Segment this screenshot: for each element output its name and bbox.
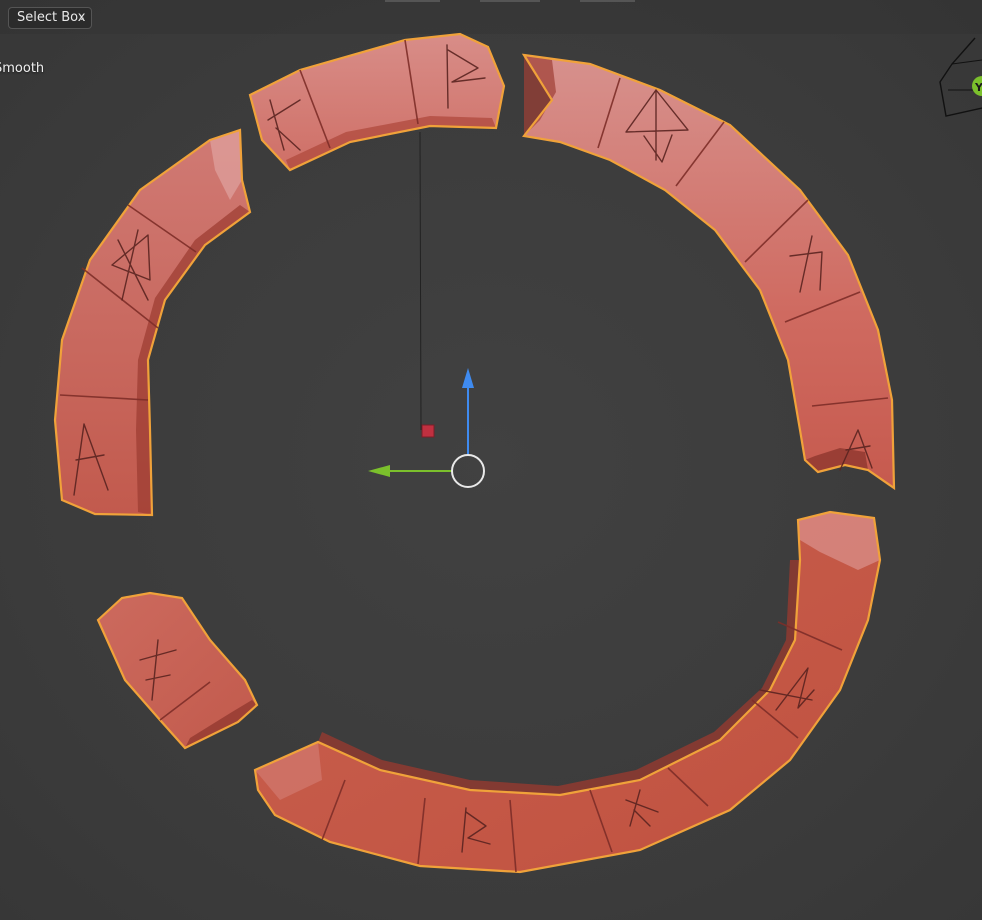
stone-segment-top[interactable] <box>248 32 506 172</box>
y-axis-gizmo-label: Y <box>974 81 982 94</box>
z-axis-arrow-head[interactable] <box>462 368 474 388</box>
relationship-line <box>419 131 422 431</box>
navigation-gizmo[interactable]: Y <box>939 37 982 117</box>
stone-segment-small[interactable] <box>96 591 259 750</box>
origin-marker[interactable] <box>421 424 435 438</box>
y-axis-arrow-head[interactable] <box>368 465 390 477</box>
gizmo-center-ring[interactable] <box>451 454 485 488</box>
stone-segment-bottom[interactable] <box>253 510 882 874</box>
viewport-scene[interactable]: Y <box>0 0 982 920</box>
stone-segment-right[interactable] <box>521 53 896 491</box>
stone-segment-left[interactable] <box>53 128 252 517</box>
